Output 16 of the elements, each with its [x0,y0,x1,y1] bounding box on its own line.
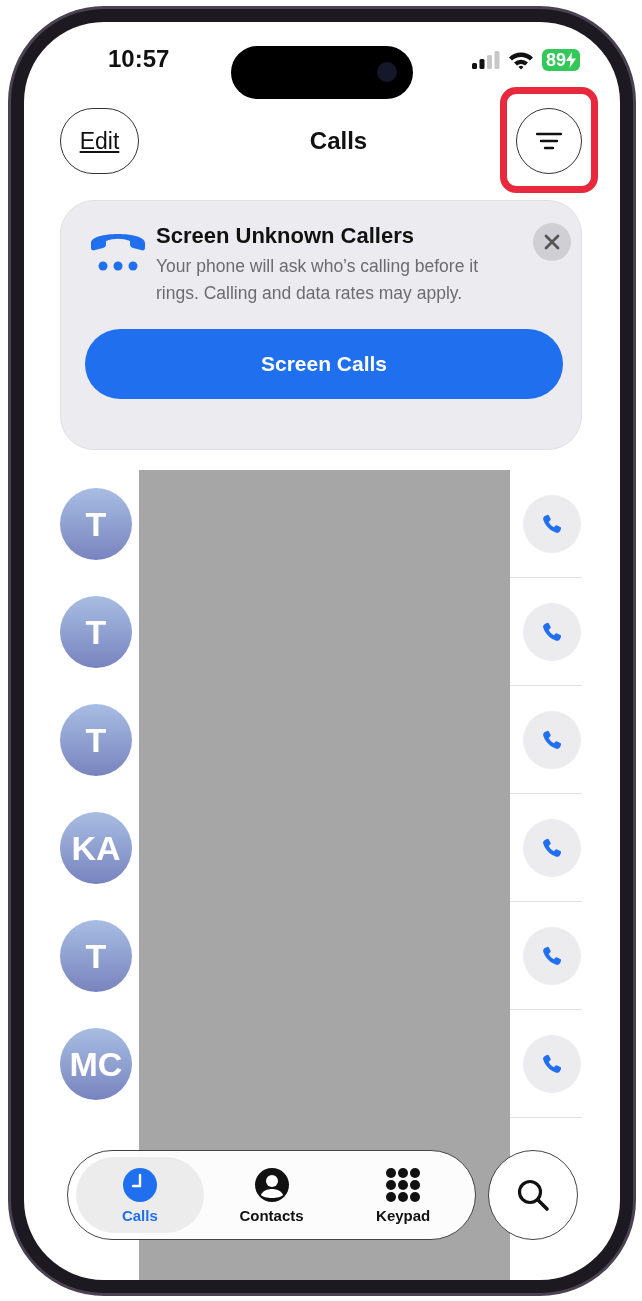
banner-description: Your phone will ask who’s calling before it rings. Calling and data rates may apply. [156,255,479,305]
status-time: 10:57 [108,45,170,73]
contact-avatar: T [60,704,132,776]
banner-title: Screen Unknown Callers [156,223,414,249]
screen-calls-button[interactable]: Screen Calls [85,329,563,399]
tab[interactable]: Contacts [207,1157,336,1233]
battery-indicator: 89 [541,49,580,71]
tab[interactable]: Keypad [339,1157,467,1233]
contact-avatar: T [60,488,132,560]
edit-button[interactable]: Edit [60,108,139,174]
tab[interactable]: Calls [76,1157,204,1233]
contact-avatar: T [60,596,132,668]
contact-avatar: MC [60,1028,132,1100]
contact-avatar: KA [60,812,132,884]
contact-avatar: T [60,920,132,992]
page-title: Calls [309,127,368,155]
